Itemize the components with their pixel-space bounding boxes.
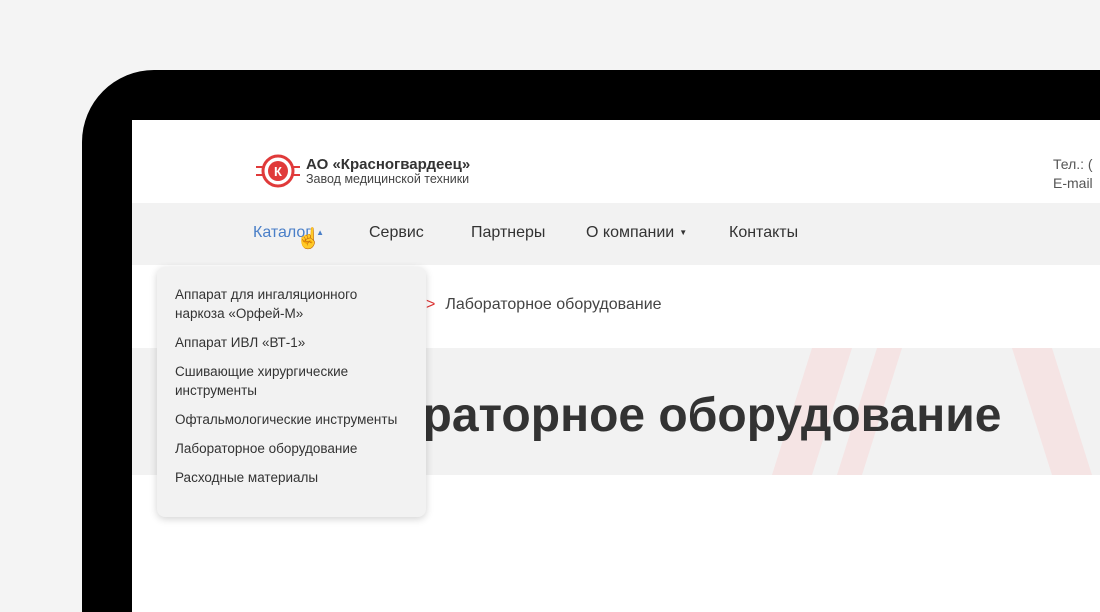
logo-icon: К [256,154,300,188]
breadcrumb-separator: > [426,296,436,313]
main-nav: Каталог ▲ Сервис Партнеры О компании ▼ Кон… [132,203,1100,265]
phone-label[interactable]: Тел.: ( [1053,155,1100,174]
hand-cursor-icon: ☝ [296,228,321,250]
dropdown-item[interactable]: Лабораторное оборудование [175,439,408,458]
svg-text:К: К [274,164,282,179]
nav-contacts[interactable]: Контакты [729,224,798,242]
breadcrumb: > Лабораторное оборудование [426,296,662,314]
company-subtitle: Завод медицинской техники [306,172,470,186]
dropdown-item[interactable]: Аппарат для ингаляционного наркоза «Орфе… [175,285,408,323]
caret-down-icon: ▼ [679,228,688,238]
logo[interactable]: К АО «Красногвардеец» Завод медицинской … [256,153,470,189]
email-label[interactable]: E-mail [1053,174,1100,193]
dropdown-item[interactable]: Аппарат ИВЛ «ВТ-1» [175,333,408,352]
site-header: К АО «Красногвардеец» Завод медицинской … [132,120,1100,203]
contacts: Тел.: ( E-mail [1053,155,1100,193]
catalog-dropdown: Аппарат для ингаляционного наркоза «Орфе… [157,267,426,517]
dropdown-item[interactable]: Офтальмологические инструменты [175,410,408,429]
company-name: АО «Красногвардеец» [306,156,471,173]
breadcrumb-current: Лабораторное оборудование [445,296,662,313]
dropdown-item[interactable]: Расходные материалы [175,468,408,487]
dropdown-item[interactable]: Сшивающие хирургические инструменты [175,362,408,400]
browser-screen: К АО «Красногвардеец» Завод медицинской … [132,120,1100,612]
nav-partners[interactable]: Партнеры [471,224,545,242]
nav-about-label: О компании [586,224,675,241]
nav-about[interactable]: О компании ▼ [586,224,687,242]
nav-service[interactable]: Сервис [369,224,424,242]
